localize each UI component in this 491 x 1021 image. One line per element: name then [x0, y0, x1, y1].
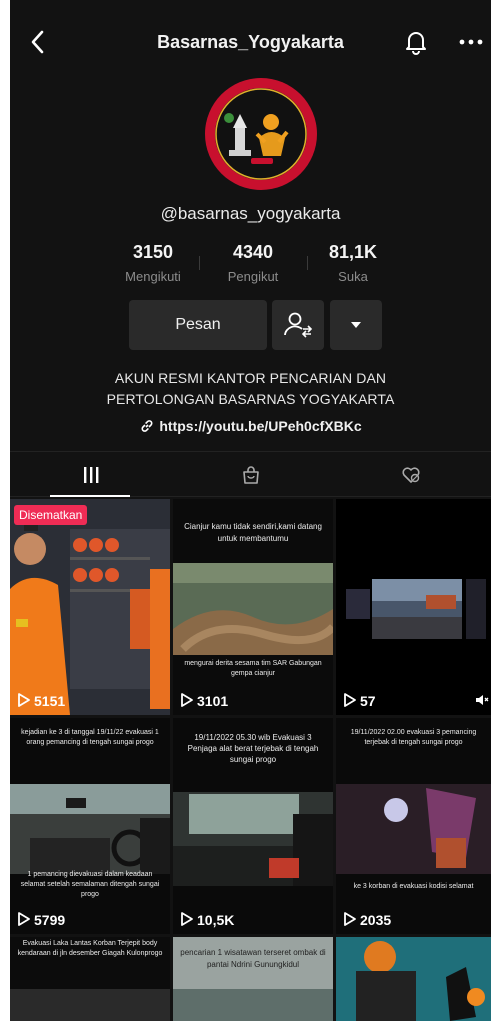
video-tile[interactable]: Disematkan 5151 — [10, 499, 170, 715]
caret-down-icon — [351, 322, 361, 328]
view-count-value: 3101 — [197, 693, 229, 709]
video-caption: mengurai derita sesama tim SAR Gabungan … — [184, 660, 322, 677]
view-count: 5799 — [18, 912, 65, 928]
video-caption: 19/11/2022 02.00 evakuasi 3 pemancing te… — [350, 729, 477, 746]
profile-link[interactable]: https://youtu.be/UPeh0cfXBKc — [10, 418, 491, 434]
shop-bag-icon — [243, 466, 259, 484]
view-count-value: 5151 — [34, 693, 66, 709]
video-tile[interactable]: 19/11/2022 05.30 wib Evakuasi 3 Penjaga … — [173, 718, 333, 934]
dropdown-button[interactable] — [330, 300, 382, 350]
profile-stats: 3150 Mengikuti 4340 Pengikut 81,1K Suka — [108, 242, 398, 286]
video-thumbnail — [336, 499, 491, 715]
profile-bio: AKUN RESMI KANTOR PENCARIAN DAN PERTOLON… — [10, 368, 491, 410]
video-tile[interactable]: pencarian 1 wisatawan terseret ombak di … — [173, 937, 333, 1021]
volume-icon[interactable] — [475, 693, 489, 707]
play-icon — [344, 693, 356, 707]
basarnas-logo — [205, 78, 317, 190]
stat-label: Pengikut — [227, 269, 279, 284]
view-count: 5151 — [18, 693, 65, 709]
view-count-value: 2035 — [360, 912, 392, 928]
video-caption: Cianjur kamu tidak sendiri,kami datang u… — [184, 522, 322, 543]
stat-label: Mengikuti — [125, 269, 181, 284]
profile-tabs — [10, 451, 491, 497]
profile-avatar[interactable] — [205, 78, 317, 190]
stat-following[interactable]: 3150 Mengikuti — [108, 242, 198, 284]
tab-active-indicator — [50, 495, 130, 497]
video-tile[interactable]: 19/11/2022 02.00 evakuasi 3 pemancing te… — [336, 718, 491, 934]
video-caption: 19/11/2022 05.30 wib Evakuasi 3 Penjaga … — [187, 733, 319, 764]
view-count: 3101 — [181, 693, 228, 709]
stat-value: 81,1K — [328, 242, 378, 262]
tab-videos[interactable] — [10, 452, 170, 498]
link-icon — [141, 420, 153, 432]
video-thumbnail — [336, 718, 491, 934]
video-caption: Evakuasi Laka Lantas Korban Terjepit bod… — [17, 940, 163, 957]
video-tile[interactable] — [336, 937, 491, 1021]
stat-value: 3150 — [132, 242, 174, 262]
video-tile[interactable]: kejadian ke 3 di tanggal 19/11/22 evakua… — [10, 718, 170, 934]
view-count-value: 5799 — [34, 912, 66, 928]
follow-toggle-button[interactable] — [272, 300, 324, 350]
bell-icon[interactable] — [403, 28, 429, 56]
tab-liked[interactable] — [330, 452, 490, 498]
profile-handle: @basarnas_yogyakarta — [160, 204, 341, 223]
stat-likes[interactable]: 81,1K Suka — [308, 242, 398, 284]
video-thumbnail — [336, 937, 491, 1021]
video-caption: 1 pemancing dievakuasi dalam keadaan sel… — [20, 871, 160, 898]
video-caption: kejadian ke 3 di tanggal 19/11/22 evakua… — [21, 729, 159, 746]
view-count-value: 57 — [360, 693, 376, 709]
video-thumbnail — [10, 499, 170, 715]
video-caption: ke 3 korban di evakuasi kodisi selamat — [353, 883, 474, 890]
bio-line: AKUN RESMI KANTOR PENCARIAN DAN — [114, 370, 387, 386]
video-tile[interactable]: Cianjur kamu tidak sendiri,kami datang u… — [173, 499, 333, 715]
videos-grid-icon — [84, 467, 99, 483]
play-icon — [181, 693, 193, 707]
view-count: 2035 — [344, 912, 391, 928]
message-button[interactable]: Pesan — [129, 300, 267, 350]
profile-screen: Basarnas_Yogyakarta @basarnas_yogyakarta… — [10, 0, 491, 1021]
play-icon — [18, 693, 30, 707]
stat-followers[interactable]: 4340 Pengikut — [208, 242, 298, 284]
profile-link-text: https://youtu.be/UPeh0cfXBKc — [159, 418, 362, 434]
video-tile[interactable]: 57 — [336, 499, 491, 715]
top-bar: Basarnas_Yogyakarta — [10, 20, 491, 64]
stat-value: 4340 — [232, 242, 274, 262]
liked-heart-icon — [402, 467, 420, 483]
play-icon — [181, 912, 193, 926]
stat-label: Suka — [338, 269, 368, 284]
view-count-value: 10,5K — [197, 912, 235, 928]
pinned-badge: Disematkan — [14, 505, 88, 525]
bio-line: PERTOLONGAN BASARNAS YOGYAKARTA — [106, 391, 395, 407]
tab-shop[interactable] — [170, 452, 330, 498]
stat-divider — [199, 256, 200, 270]
view-count: 10,5K — [181, 912, 234, 928]
user-switch-icon — [284, 312, 313, 338]
video-thumbnail — [10, 718, 170, 934]
video-grid: Disematkan 5151 Cianjur kamu tidak sendi… — [10, 499, 491, 1021]
view-count: 57 — [344, 693, 376, 709]
play-icon — [344, 912, 356, 926]
video-tile[interactable]: Evakuasi Laka Lantas Korban Terjepit bod… — [10, 937, 170, 1021]
video-caption: pencarian 1 wisatawan terseret ombak di … — [180, 948, 326, 969]
message-button-label: Pesan — [175, 316, 221, 333]
more-horizontal-icon[interactable] — [457, 32, 485, 52]
play-icon — [18, 912, 30, 926]
